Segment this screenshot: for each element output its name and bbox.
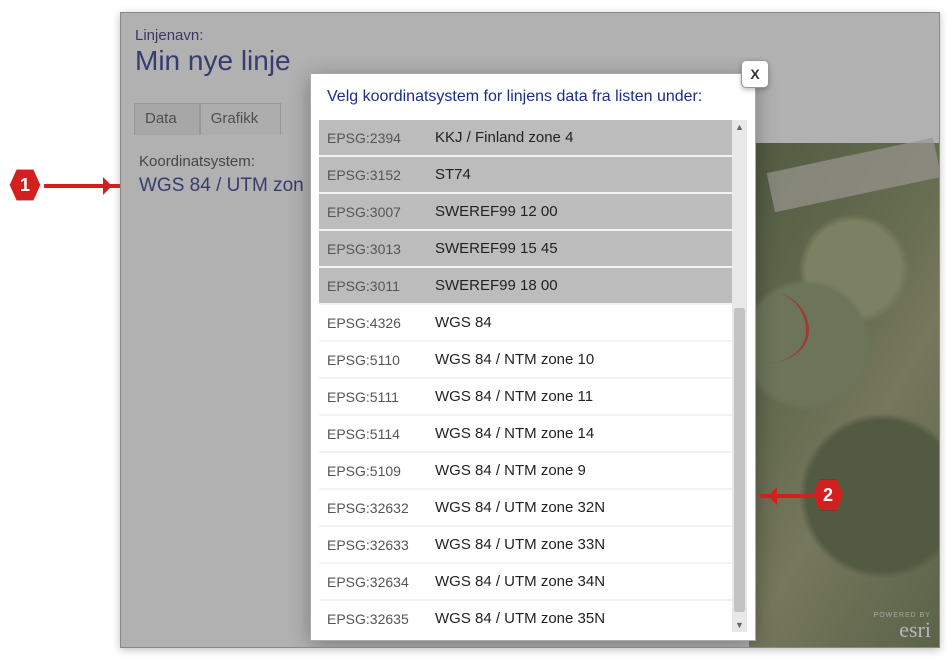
coord-option-name: WGS 84 / UTM zone 33N <box>435 536 724 553</box>
coord-option-code: EPSG:3013 <box>327 241 435 257</box>
coord-option-row[interactable]: EPSG:3007SWEREF99 12 00 <box>319 194 732 231</box>
coord-option-row[interactable]: EPSG:32635WGS 84 / UTM zone 35N <box>319 601 732 632</box>
coord-option-code: EPSG:5111 <box>327 389 435 405</box>
coord-option-code: EPSG:32634 <box>327 574 435 590</box>
scrollbar[interactable]: ▲ ▼ <box>732 120 747 632</box>
coord-system-modal: X Velg koordinatsystem for linjens data … <box>310 73 756 641</box>
coord-option-name: WGS 84 / NTM zone 9 <box>435 462 724 479</box>
coord-option-row[interactable]: EPSG:5114WGS 84 / NTM zone 14 <box>319 416 732 453</box>
coord-option-row[interactable]: EPSG:5109WGS 84 / NTM zone 9 <box>319 453 732 490</box>
modal-list-wrap: EPSG:2394KKJ / Finland zone 4EPSG:3152ST… <box>319 120 747 632</box>
coord-option-code: EPSG:3011 <box>327 278 435 294</box>
app-window: Linjenavn: Min nye linje Data Grafikk Ko… <box>120 12 940 648</box>
coord-option-code: EPSG:4326 <box>327 315 435 331</box>
coord-option-row[interactable]: EPSG:5111WGS 84 / NTM zone 11 <box>319 379 732 416</box>
coord-option-row[interactable]: EPSG:3011SWEREF99 18 00 <box>319 268 732 305</box>
coord-option-row[interactable]: EPSG:32634WGS 84 / UTM zone 34N <box>319 564 732 601</box>
coord-option-name: KKJ / Finland zone 4 <box>435 129 724 146</box>
coord-option-name: SWEREF99 12 00 <box>435 203 724 220</box>
coord-option-row[interactable]: EPSG:3013SWEREF99 15 45 <box>319 231 732 268</box>
scroll-down-arrow[interactable]: ▼ <box>732 618 747 632</box>
coord-option-name: WGS 84 / NTM zone 10 <box>435 351 724 368</box>
coord-option-name: WGS 84 / UTM zone 35N <box>435 610 724 627</box>
coord-option-name: SWEREF99 18 00 <box>435 277 724 294</box>
coord-option-row[interactable]: EPSG:4326WGS 84 <box>319 305 732 342</box>
coord-option-name: SWEREF99 15 45 <box>435 240 724 257</box>
scroll-up-arrow[interactable]: ▲ <box>732 120 747 134</box>
coord-option-code: EPSG:5109 <box>327 463 435 479</box>
coord-system-list: EPSG:2394KKJ / Finland zone 4EPSG:3152ST… <box>319 120 732 632</box>
coord-option-row[interactable]: EPSG:5110WGS 84 / NTM zone 10 <box>319 342 732 379</box>
coord-option-name: WGS 84 / NTM zone 11 <box>435 388 724 405</box>
coord-option-code: EPSG:32635 <box>327 611 435 627</box>
coord-option-name: WGS 84 / UTM zone 34N <box>435 573 724 590</box>
coord-option-name: WGS 84 <box>435 314 724 331</box>
coord-option-name: WGS 84 / NTM zone 14 <box>435 425 724 442</box>
callout-arrow-1 <box>44 184 120 188</box>
coord-option-code: EPSG:5110 <box>327 352 435 368</box>
close-button[interactable]: X <box>741 60 769 88</box>
callout-arrow-2 <box>760 494 812 498</box>
coord-option-row[interactable]: EPSG:32633WGS 84 / UTM zone 33N <box>319 527 732 564</box>
coord-option-code: EPSG:5114 <box>327 426 435 442</box>
coord-option-code: EPSG:3152 <box>327 167 435 183</box>
modal-title: Velg koordinatsystem for linjens data fr… <box>311 74 755 118</box>
scroll-thumb[interactable] <box>734 308 745 612</box>
coord-option-code: EPSG:32632 <box>327 500 435 516</box>
coord-option-row[interactable]: EPSG:2394KKJ / Finland zone 4 <box>319 120 732 157</box>
callout-marker-1: 1 <box>8 168 42 202</box>
coord-option-code: EPSG:2394 <box>327 130 435 146</box>
coord-option-name: ST74 <box>435 166 724 183</box>
coord-option-row[interactable]: EPSG:32632WGS 84 / UTM zone 32N <box>319 490 732 527</box>
coord-option-code: EPSG:32633 <box>327 537 435 553</box>
coord-option-row[interactable]: EPSG:3152ST74 <box>319 157 732 194</box>
coord-option-name: WGS 84 / UTM zone 32N <box>435 499 724 516</box>
coord-option-code: EPSG:3007 <box>327 204 435 220</box>
